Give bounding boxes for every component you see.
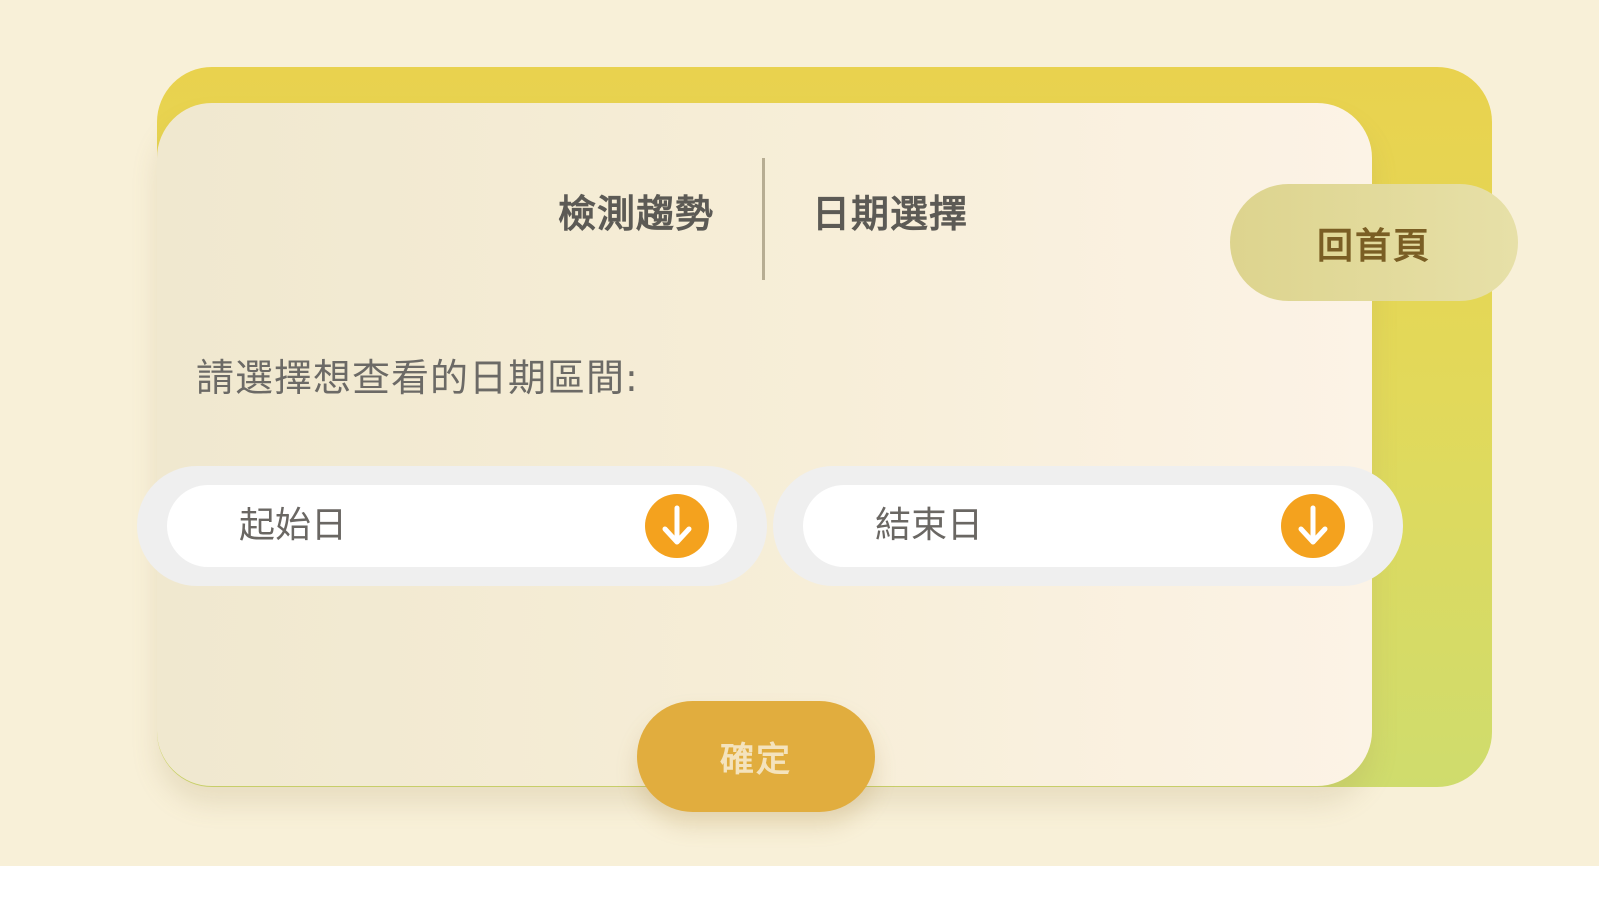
date-selection-title: 日期選擇	[812, 192, 969, 236]
start-date-field[interactable]: 起始日	[167, 485, 737, 567]
arrow-down-icon[interactable]	[1281, 494, 1345, 558]
end-date-placeholder: 結束日	[875, 505, 984, 546]
start-date-select[interactable]: 起始日	[137, 466, 767, 586]
date-range-prompt: 請選擇想查看的日期區間:	[196, 356, 639, 400]
end-date-field[interactable]: 結束日	[803, 485, 1373, 567]
detection-trend-title: 檢測趨勢	[558, 192, 715, 236]
confirm-button[interactable]: 確定	[637, 701, 875, 812]
end-date-select[interactable]: 結束日	[773, 466, 1403, 586]
arrow-down-icon[interactable]	[645, 494, 709, 558]
start-date-placeholder: 起始日	[239, 505, 348, 546]
home-button[interactable]: 回首頁	[1230, 184, 1518, 301]
header-divider	[762, 158, 765, 280]
